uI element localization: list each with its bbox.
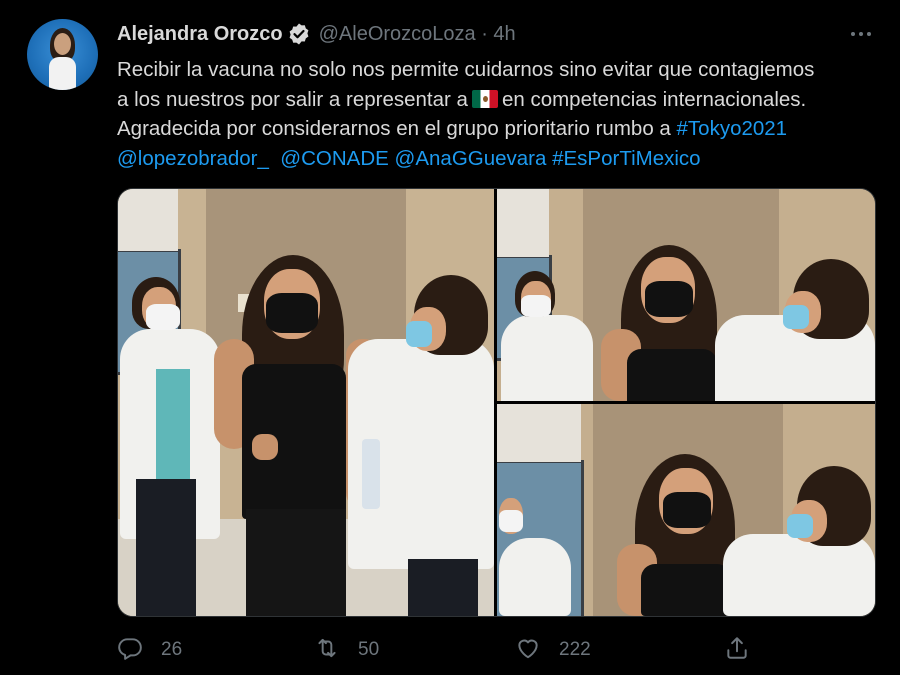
mention-anaguevara[interactable]: @AnaGGuevara xyxy=(395,147,547,170)
tweet-header: Alejandra Orozco @AleOrozcoLoza · 4h xyxy=(117,20,516,48)
avatar-face xyxy=(54,33,71,55)
tweet-text: Recibir la vacuna no solo nos permite cu… xyxy=(117,55,887,173)
share-icon xyxy=(724,635,750,666)
more-options-icon[interactable] xyxy=(846,22,876,46)
photo-1[interactable] xyxy=(118,189,494,616)
verified-badge-icon xyxy=(287,22,311,46)
media-grid xyxy=(117,188,876,617)
mention-lopezobrador[interactable]: @lopezobrador_ xyxy=(117,147,269,170)
tweet-line-3-text: Agradecida por considerarnos en el grupo… xyxy=(117,117,671,140)
share-button[interactable] xyxy=(724,632,750,668)
tweet-actions: 26 50 222 xyxy=(117,632,757,668)
tweet-line-4: @lopezobrador_ @CONADE @AnaGGuevara #EsP… xyxy=(117,144,887,174)
hashtag-tokyo2021[interactable]: #Tokyo2021 xyxy=(677,117,788,140)
retweet-button[interactable]: 50 xyxy=(314,632,379,668)
like-count: 222 xyxy=(559,639,591,660)
photo-3[interactable] xyxy=(497,404,875,616)
heart-icon xyxy=(515,635,541,666)
reply-count: 26 xyxy=(161,639,183,660)
retweet-icon xyxy=(314,635,340,666)
retweet-count: 50 xyxy=(358,639,380,660)
tweet-line-2-before: a los nuestros por salir a representar a xyxy=(117,87,468,111)
reply-icon xyxy=(117,635,143,666)
tweet-card[interactable]: Alejandra Orozco @AleOrozcoLoza · 4h Rec… xyxy=(0,0,900,675)
reply-button[interactable]: 26 xyxy=(117,632,182,668)
photo-2[interactable] xyxy=(497,189,875,401)
author-handle-time[interactable]: @AleOrozcoLoza · 4h xyxy=(319,23,516,46)
mention-conade[interactable]: @CONADE xyxy=(280,147,389,170)
hashtag-esportimexico[interactable]: #EsPorTiMexico xyxy=(552,147,700,170)
tweet-line-2: a los nuestros por salir a representar a… xyxy=(117,85,887,115)
tweet-line-3: Agradecida por considerarnos en el grupo… xyxy=(117,114,887,144)
avatar[interactable] xyxy=(27,19,98,90)
tweet-line-1: Recibir la vacuna no solo nos permite cu… xyxy=(117,58,815,81)
avatar-body xyxy=(49,57,76,90)
mexico-flag-emoji xyxy=(471,89,498,108)
like-button[interactable]: 222 xyxy=(515,632,591,668)
author-name[interactable]: Alejandra Orozco xyxy=(117,23,283,46)
tweet-line-2-after: en competencias internacionales. xyxy=(501,87,807,111)
